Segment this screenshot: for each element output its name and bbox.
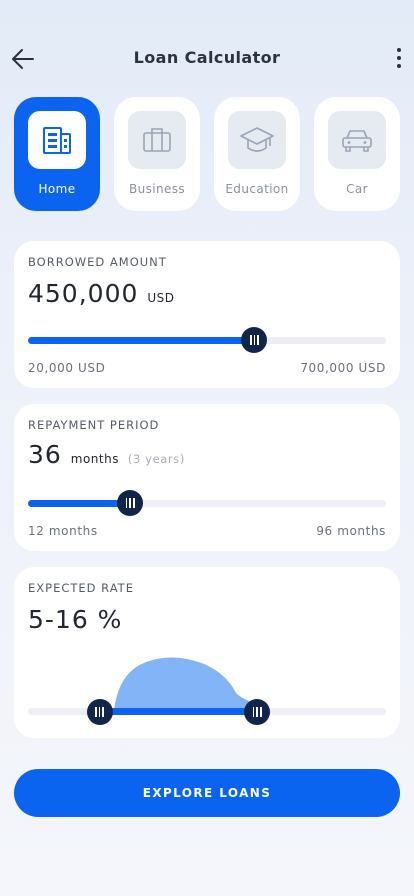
expected-rate-card: EXPECTED RATE 5-16 % [14, 567, 400, 738]
explore-loans-button[interactable]: EXPLORE LOANS [14, 769, 400, 817]
period-slider-thumb[interactable] [117, 490, 144, 516]
period-min-label: 12 months [28, 524, 98, 538]
category-label: Education [225, 182, 289, 196]
amount-slider-thumb[interactable] [241, 327, 268, 353]
amount-unit: USD [147, 291, 175, 305]
dot [397, 48, 401, 52]
card-label: BORROWED AMOUNT [28, 255, 167, 269]
amount-min-label: 20,000 USD [28, 361, 106, 375]
more-options-button[interactable] [392, 44, 406, 72]
rate-slider-track[interactable] [28, 708, 386, 715]
category-label: Home [38, 182, 76, 196]
amount-slider-track[interactable] [28, 337, 386, 344]
category-label: Car [346, 182, 368, 196]
amount-slider-fill [28, 337, 255, 344]
graduation-cap-icon [228, 111, 286, 169]
dot [397, 64, 401, 68]
page-title: Loan Calculator [133, 48, 281, 67]
briefcase-icon [128, 111, 186, 169]
dot [397, 56, 401, 60]
amount-max-label: 700,000 USD [300, 361, 386, 375]
rate-low-thumb[interactable] [86, 699, 113, 725]
rate-high-thumb[interactable] [244, 699, 271, 725]
period-value: 36 months (3 years) [28, 440, 185, 469]
category-label: Business [128, 182, 186, 196]
period-slider-fill [28, 500, 131, 507]
loan-category-selector: Home Business Education Car [14, 97, 400, 211]
building-icon [28, 111, 86, 169]
amount-range-labels: 20,000 USD 700,000 USD [28, 361, 386, 375]
rate-range-fill [99, 708, 258, 715]
amount-number: 450,000 [28, 279, 139, 308]
car-icon [328, 111, 386, 169]
period-unit: months [70, 452, 119, 466]
period-note: (3 years) [127, 452, 185, 466]
category-business[interactable]: Business [114, 97, 200, 211]
category-car[interactable]: Car [314, 97, 400, 211]
borrowed-amount-card: BORROWED AMOUNT 450,000 USD 20,000 USD 7… [14, 241, 400, 388]
period-number: 36 [28, 440, 62, 469]
category-education[interactable]: Education [214, 97, 300, 211]
period-range-labels: 12 months 96 months [28, 524, 386, 538]
repayment-period-card: REPAYMENT PERIOD 36 months (3 years) 12 … [14, 404, 400, 551]
card-label: REPAYMENT PERIOD [28, 418, 160, 432]
period-max-label: 96 months [316, 524, 386, 538]
period-slider-track[interactable] [28, 500, 386, 507]
amount-value: 450,000 USD [28, 279, 174, 308]
category-home[interactable]: Home [14, 97, 100, 211]
